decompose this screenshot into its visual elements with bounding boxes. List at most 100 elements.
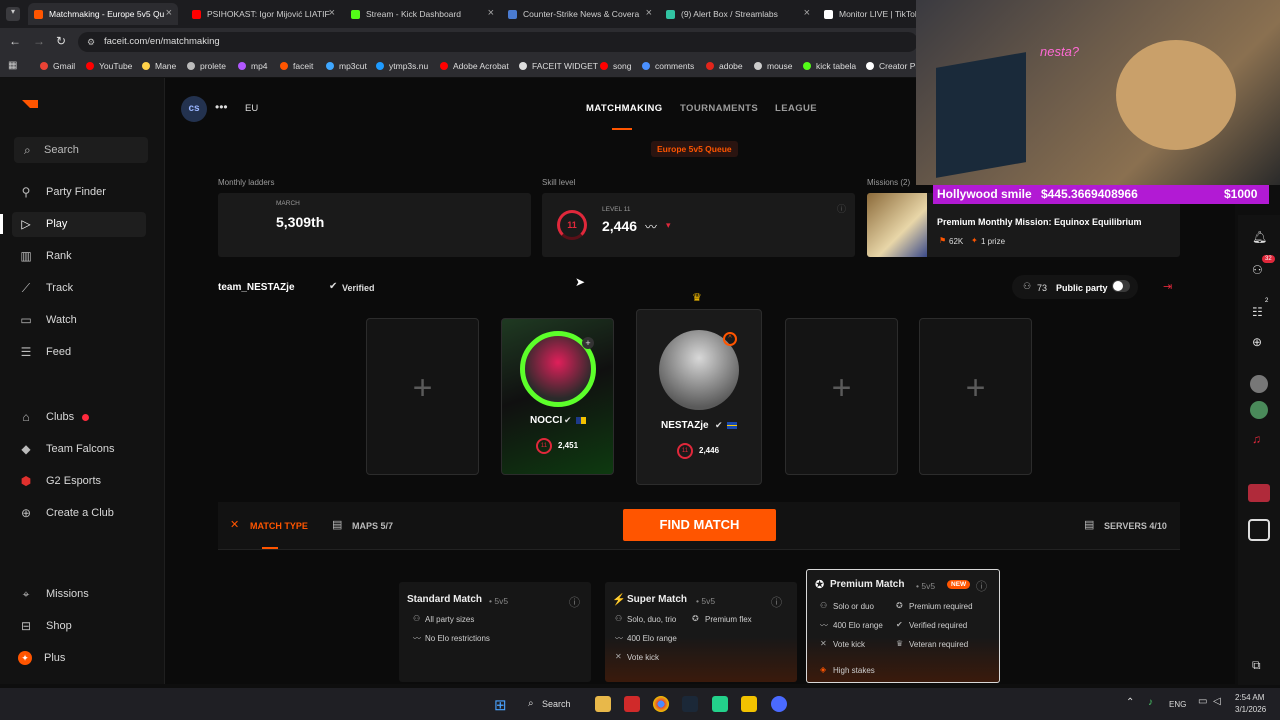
bookmark[interactable]: Adobe Acrobat [440, 61, 509, 71]
chat-icon[interactable]: ⧉ [1252, 658, 1261, 673]
monthly-ladder-card[interactable]: MARCH 5,309th [218, 193, 531, 257]
bookmark[interactable]: ytmp3s.nu [376, 61, 428, 71]
app-icon[interactable] [771, 696, 787, 712]
empty-slot[interactable]: + [919, 318, 1032, 475]
sidebar-item-g2-esports[interactable]: ⬢ G2 Esports [18, 471, 101, 491]
premium-match-card[interactable]: ✪ Premium Match • 5v5 NEW ⓘ ⚇ Solo or du… [806, 569, 1000, 683]
close-tab-icon[interactable]: × [804, 7, 810, 19]
bookmark[interactable]: mp3cut [326, 61, 367, 71]
forward-arrow-icon[interactable]: → [33, 34, 45, 48]
taskbar-search[interactable]: ⌕ Search [526, 695, 582, 713]
search-input[interactable]: ⌕ Search [14, 137, 148, 163]
more-options-icon[interactable]: ••• [215, 100, 228, 114]
party-list-icon[interactable]: ☷ [1252, 305, 1263, 319]
player-card-nocci[interactable]: + NOCCI ✔ 11 2,451 [501, 318, 614, 475]
bookmark[interactable]: FACEIT WIDGET [519, 61, 598, 71]
apps-grid-icon[interactable]: ▦ [8, 60, 17, 71]
friend-avatar[interactable] [1250, 401, 1268, 419]
windows-start-icon[interactable]: ⊞ [494, 696, 507, 714]
bookmark[interactable]: mp4 [238, 61, 268, 71]
bookmark[interactable]: Mane [142, 61, 176, 71]
queue-badge[interactable]: Europe 5v5 Queue [651, 141, 738, 157]
close-tab-icon[interactable]: × [329, 7, 335, 19]
game-badge[interactable]: cs [181, 96, 207, 122]
empty-slot[interactable]: + [366, 318, 479, 475]
standard-match-card[interactable]: Standard Match • 5v5 ⓘ ⚇ All party sizes… [399, 582, 591, 682]
browser-tab[interactable]: PSIHOKAST: Igor Mijović LIATIF × [186, 3, 341, 25]
mic-icon[interactable]: ♪ [1148, 697, 1153, 708]
tab-tournaments[interactable]: TOURNAMENTS [680, 103, 758, 114]
friend-avatar[interactable] [1248, 484, 1270, 502]
info-icon[interactable]: ⓘ [569, 594, 580, 610]
friends-icon[interactable]: ⚇ [1252, 263, 1263, 277]
leave-party-icon[interactable]: ⇥ [1163, 280, 1172, 293]
faceit-logo-icon[interactable] [22, 100, 38, 108]
sidebar-item-feed[interactable]: ☰ Feed [18, 342, 71, 362]
clock-date[interactable]: 3/1/2026 [1235, 705, 1266, 714]
discord-icon[interactable] [712, 696, 728, 712]
skill-level-card[interactable]: 11 LEVEL 11 2,446 〰 ▾ ⓘ [542, 193, 855, 257]
file-explorer-icon[interactable] [595, 696, 611, 712]
info-icon[interactable]: ⓘ [976, 578, 987, 594]
bookmark[interactable]: Gmail [40, 61, 75, 71]
sidebar-item-team-falcons[interactable]: ◆ Team Falcons [18, 439, 114, 459]
sidebar-item-clubs[interactable]: ⌂ Clubs [18, 407, 90, 427]
browser-tab[interactable]: Monitor LIVE | TikTok LI [818, 3, 918, 25]
bookmark[interactable]: prolete [187, 61, 226, 71]
clock-time[interactable]: 2:54 AM [1235, 693, 1264, 702]
info-icon[interactable]: ⓘ [837, 202, 846, 215]
bookmark[interactable]: Creator Pr [866, 61, 918, 71]
sidebar-item-create-club[interactable]: ⊕ Create a Club [18, 503, 114, 523]
bookmark[interactable]: song [600, 61, 631, 71]
team-name[interactable]: team_NESTAZje [218, 282, 295, 293]
match-type-tab[interactable]: MATCH TYPE [250, 521, 308, 531]
sidebar-item-shop[interactable]: ⊟ Shop [18, 616, 72, 636]
bookmark[interactable]: YouTube [86, 61, 132, 71]
site-info-icon[interactable]: ⚙ [87, 32, 95, 52]
public-party-toggle[interactable] [1112, 280, 1130, 292]
close-tab-icon[interactable]: × [646, 7, 652, 19]
tray-chevron-icon[interactable]: ⌃ [1126, 697, 1134, 708]
browser-tab[interactable]: Counter-Strike News & Covera × [502, 3, 658, 25]
sidebar-item-rank[interactable]: ▥ Rank [18, 246, 71, 266]
bookmark[interactable]: mouse [754, 61, 793, 71]
find-match-button[interactable]: FIND MATCH [623, 509, 776, 541]
pen-icon[interactable] [741, 696, 757, 712]
teamfight-icon[interactable] [624, 696, 640, 712]
headset-icon[interactable]: ♫ [1252, 432, 1261, 446]
player-card-nestazje[interactable]: ^ NESTAZje ✔ 11 2,446 [636, 309, 762, 485]
language-indicator[interactable]: ENG [1169, 700, 1186, 709]
browser-tab[interactable]: (9) Alert Box / Streamlabs × [660, 3, 816, 25]
add-icon[interactable]: ⊕ [1252, 335, 1262, 349]
chevron-down-icon[interactable]: ▾ [666, 220, 671, 231]
empty-slot[interactable]: + [785, 318, 898, 475]
volume-icon[interactable]: ◁ [1213, 696, 1221, 707]
sidebar-item-play[interactable]: ▷ Play [18, 214, 67, 234]
steam-icon[interactable] [682, 696, 698, 712]
region-label[interactable]: EU [245, 103, 258, 114]
tab-league[interactable]: LEAGUE [775, 103, 817, 114]
maps-tab[interactable]: MAPS 5/7 [352, 521, 393, 531]
network-icon[interactable]: ▭ [1198, 696, 1207, 707]
chrome-icon[interactable] [653, 696, 669, 712]
sidebar-item-plus[interactable]: ✦ Plus [18, 648, 65, 668]
tab-search-chevron-icon[interactable]: ▾ [6, 7, 20, 21]
sidebar-item-party-finder[interactable]: ⚲ Party Finder [18, 182, 106, 202]
bookmark[interactable]: adobe [706, 61, 743, 71]
bookmark[interactable]: comments [642, 61, 694, 71]
sidebar-item-track[interactable]: ⟋ Track [18, 278, 73, 298]
browser-tab[interactable]: Matchmaking - Europe 5v5 Qu × [28, 3, 178, 25]
tab-matchmaking[interactable]: MATCHMAKING [586, 103, 663, 114]
back-arrow-icon[interactable]: ← [9, 34, 21, 48]
sidebar-item-missions[interactable]: ⌖ Missions [18, 584, 89, 604]
reload-icon[interactable]: ↻ [56, 34, 66, 48]
super-match-card[interactable]: ⚡ Super Match • 5v5 ⓘ ⚇ Solo, duo, trio … [605, 582, 797, 682]
bookmark[interactable]: faceit [280, 61, 313, 71]
sidebar-item-watch[interactable]: ▭ Watch [18, 310, 76, 330]
browser-tab[interactable]: Stream - Kick Dashboard × [345, 3, 500, 25]
address-bar[interactable]: ⚙ faceit.com/en/matchmaking [78, 32, 918, 52]
close-tab-icon[interactable]: × [488, 7, 494, 19]
chip-icon[interactable] [1248, 519, 1270, 541]
notification-bell-icon[interactable]: 🔔︎ [1252, 230, 1267, 244]
friend-avatar[interactable] [1250, 375, 1268, 393]
